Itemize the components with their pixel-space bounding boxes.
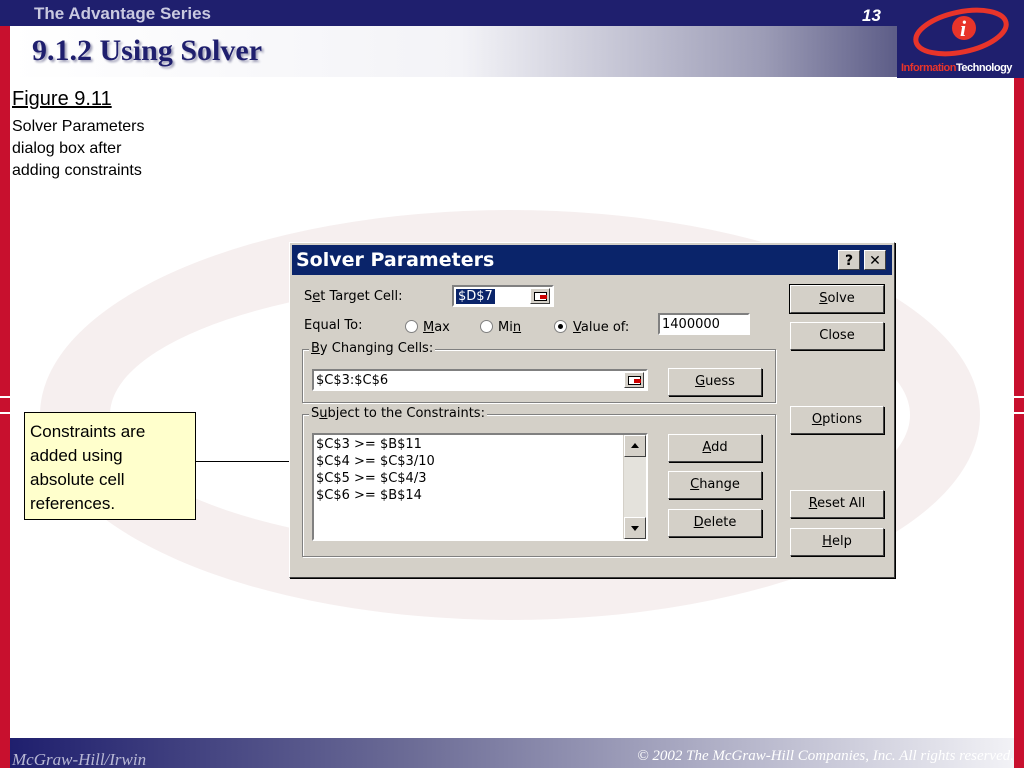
page-number: 13	[862, 6, 881, 25]
list-item[interactable]: $C$6 >= $B$14	[316, 488, 422, 503]
left-red-bar	[0, 0, 10, 768]
changing-cells-value: $C$3:$C$6	[316, 373, 389, 388]
svg-text:i: i	[960, 16, 967, 41]
scroll-down-icon[interactable]	[624, 517, 646, 539]
slide-footer: McGraw-Hill/Irwin © 2002 The McGraw-Hill…	[10, 738, 1014, 769]
solve-button[interactable]: Solve	[789, 284, 885, 314]
value-of-text: 1400000	[662, 317, 720, 332]
right-bar-notch	[1014, 396, 1024, 414]
target-cell-field[interactable]: $D$7	[452, 285, 554, 307]
close-icon[interactable]: ✕	[864, 250, 886, 270]
solver-parameters-dialog: Solver Parameters ? ✕ Set Target Cell: $…	[289, 242, 895, 578]
logo-text: InformationTechnology	[901, 62, 1012, 74]
radio-min[interactable]	[480, 320, 493, 333]
slide-header: The Advantage Series 13 9.1.2 Using Solv…	[0, 0, 1024, 78]
target-cell-label: Set Target Cell:	[304, 289, 403, 304]
delete-button[interactable]: Delete	[668, 509, 762, 537]
equal-to-label: Equal To:	[304, 318, 363, 333]
radio-value-of[interactable]	[554, 320, 567, 333]
series-name: The Advantage Series	[34, 4, 211, 23]
radio-max[interactable]	[405, 320, 418, 333]
constraints-scrollbar[interactable]	[623, 435, 646, 539]
constraints-list[interactable]: $C$3 >= $B$11 $C$4 >= $C$3/10 $C$5 >= $C…	[312, 433, 648, 541]
slide-title: 9.1.2 Using Solver	[32, 34, 263, 67]
guess-button[interactable]: Guess	[668, 368, 762, 396]
radio-max-label: Max	[423, 320, 450, 335]
dialog-title: Solver Parameters	[296, 249, 495, 271]
left-bar-notch	[0, 396, 10, 414]
help-title-button[interactable]: ?	[838, 250, 860, 270]
target-cell-value: $D$7	[456, 289, 495, 304]
changing-cells-input[interactable]: $C$3:$C$6	[312, 369, 648, 391]
scroll-up-icon[interactable]	[624, 435, 646, 457]
callout-note: Constraints are added using absolute cel…	[24, 412, 196, 520]
constraints-label: Subject to the Constraints:	[309, 406, 487, 421]
options-button[interactable]: Options	[790, 406, 884, 434]
right-red-bar	[1014, 0, 1024, 768]
dialog-titlebar: Solver Parameters ? ✕	[292, 245, 892, 275]
information-technology-logo: i InformationTechnology	[897, 0, 1024, 78]
logo-swoosh-icon: i	[913, 7, 1009, 57]
list-item[interactable]: $C$3 >= $B$11	[316, 437, 422, 452]
radio-value-of-label: Value of:	[573, 320, 630, 335]
publisher-name: McGraw-Hill/Irwin	[12, 750, 147, 769]
figure-label: Figure 9.11	[12, 88, 112, 110]
reset-all-button[interactable]: Reset All	[790, 490, 884, 518]
close-button[interactable]: Close	[790, 322, 884, 350]
collapse-dialog-icon[interactable]	[624, 372, 644, 388]
add-button[interactable]: Add	[668, 434, 762, 462]
change-button[interactable]: Change	[668, 471, 762, 499]
changing-cells-label: By Changing Cells:	[309, 341, 436, 356]
list-item[interactable]: $C$4 >= $C$3/10	[316, 454, 435, 469]
value-of-input[interactable]: 1400000	[658, 313, 750, 335]
help-button[interactable]: Help	[790, 528, 884, 556]
radio-min-label: Min	[498, 320, 522, 335]
figure-caption: Solver Parameters dialog box after addin…	[12, 118, 145, 179]
collapse-dialog-icon[interactable]	[530, 288, 550, 304]
list-item[interactable]: $C$5 >= $C$4/3	[316, 471, 426, 486]
copyright-notice: © 2002 The McGraw-Hill Companies, Inc. A…	[637, 748, 1014, 764]
